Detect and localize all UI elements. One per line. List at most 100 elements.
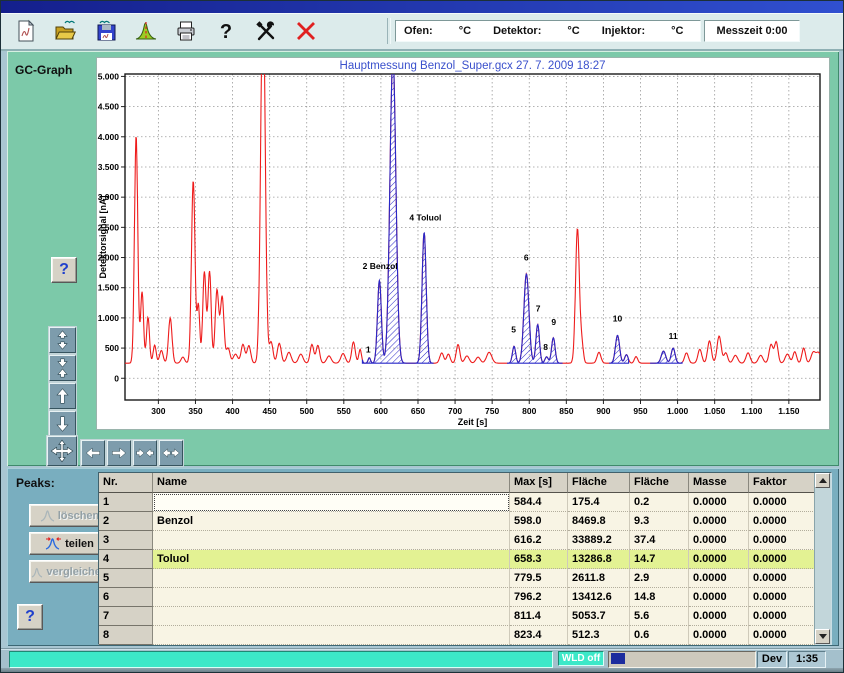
zoom-compress-horizontal-button[interactable] — [133, 440, 157, 466]
row-number-cell[interactable]: 7 — [99, 607, 153, 626]
table-row[interactable]: 7811.45053.75.60.00000.0000 — [99, 607, 831, 626]
table-cell[interactable]: 811.4 — [510, 607, 568, 626]
table-cell[interactable]: 13412.6 — [568, 588, 630, 607]
row-number-cell[interactable]: 8 — [99, 626, 153, 645]
table-cell[interactable]: 0.0000 — [749, 531, 815, 550]
table-cell[interactable] — [153, 607, 510, 626]
save-file-button[interactable] — [91, 17, 121, 45]
table-cell[interactable] — [153, 531, 510, 550]
table-cell[interactable]: 512.3 — [568, 626, 630, 645]
wld-toggle[interactable]: WLD off — [558, 651, 604, 666]
row-number-cell[interactable]: 2 — [99, 512, 153, 531]
table-cell[interactable]: 14.7 — [630, 550, 689, 569]
print-button[interactable] — [171, 17, 201, 45]
column-header[interactable]: Name — [153, 473, 510, 493]
table-scrollbar[interactable] — [814, 473, 831, 644]
column-header[interactable]: Fläche — [568, 473, 630, 493]
table-cell[interactable]: 8469.8 — [568, 512, 630, 531]
peak-label: 4 Toluol — [409, 213, 441, 223]
column-header[interactable]: Max [s] — [510, 473, 568, 493]
table-cell[interactable]: 0.0000 — [689, 512, 749, 531]
pan-free-button[interactable] — [47, 436, 77, 466]
table-cell[interactable]: 658.3 — [510, 550, 568, 569]
table-cell[interactable] — [153, 588, 510, 607]
table-cell[interactable]: 0.0000 — [689, 531, 749, 550]
table-cell[interactable]: 37.4 — [630, 531, 689, 550]
row-number-cell[interactable]: 1 — [99, 493, 153, 512]
table-cell[interactable]: 0.0000 — [749, 588, 815, 607]
table-cell[interactable]: 779.5 — [510, 569, 568, 588]
table-cell[interactable]: 14.8 — [630, 588, 689, 607]
table-cell[interactable]: 598.0 — [510, 512, 568, 531]
table-cell[interactable]: 0.0000 — [749, 569, 815, 588]
column-header[interactable]: Fläche [%] — [630, 473, 689, 493]
table-cell[interactable]: 0.0000 — [689, 588, 749, 607]
table-row[interactable]: 6796.213412.614.80.00000.0000 — [99, 588, 831, 607]
table-cell[interactable]: 2.9 — [630, 569, 689, 588]
table-cell[interactable]: 0.0000 — [689, 493, 749, 512]
row-number-cell[interactable]: 5 — [99, 569, 153, 588]
table-cell[interactable]: 0.0000 — [689, 607, 749, 626]
table-cell[interactable] — [153, 493, 510, 512]
new-document-button[interactable] — [11, 17, 41, 45]
table-cell[interactable]: 0.0000 — [749, 550, 815, 569]
close-button[interactable] — [291, 17, 321, 45]
table-cell[interactable]: 2611.8 — [568, 569, 630, 588]
table-cell[interactable]: 796.2 — [510, 588, 568, 607]
table-row[interactable]: 4Toluol658.313286.814.70.00000.0000 — [99, 550, 831, 569]
table-cell[interactable]: 0.0000 — [749, 512, 815, 531]
table-cell[interactable]: 0.0000 — [749, 493, 815, 512]
table-cell[interactable]: 0.0000 — [689, 550, 749, 569]
chart-area[interactable]: 3003504004505005506006507007508008509009… — [96, 57, 830, 430]
table-cell[interactable] — [153, 626, 510, 645]
row-number-cell[interactable]: 4 — [99, 550, 153, 569]
table-cell[interactable]: 175.4 — [568, 493, 630, 512]
pan-left-button[interactable] — [81, 440, 105, 466]
zoom-compress-vertical-button[interactable] — [49, 355, 76, 381]
table-row[interactable]: 1584.4175.40.20.00000.0000 — [99, 493, 831, 512]
table-cell[interactable]: 0.0000 — [749, 626, 815, 645]
table-row[interactable]: 5779.52611.82.90.00000.0000 — [99, 569, 831, 588]
table-row[interactable]: 3616.233889.237.40.00000.0000 — [99, 531, 831, 550]
table-cell[interactable]: 13286.8 — [568, 550, 630, 569]
open-file-button[interactable] — [51, 17, 81, 45]
table-cell[interactable]: 823.4 — [510, 626, 568, 645]
table-cell[interactable]: 5.6 — [630, 607, 689, 626]
table-cell[interactable]: 0.0000 — [689, 569, 749, 588]
peak-analysis-button[interactable] — [131, 17, 161, 45]
table-cell[interactable]: 0.0000 — [749, 607, 815, 626]
table-cell[interactable]: 0.6 — [630, 626, 689, 645]
svg-text:700: 700 — [448, 406, 462, 416]
table-cell[interactable]: 0.0000 — [689, 626, 749, 645]
zoom-expand-horizontal-button[interactable] — [159, 440, 183, 466]
pan-down-button[interactable] — [49, 411, 76, 437]
table-row[interactable]: 8823.4512.30.60.00000.0000 — [99, 626, 831, 645]
table-cell[interactable]: Toluol — [153, 550, 510, 569]
help-button[interactable]: ? — [211, 17, 241, 45]
pan-right-button[interactable] — [107, 440, 131, 466]
chart-help-button[interactable]: ? — [51, 257, 77, 283]
scroll-up-button[interactable] — [815, 473, 830, 488]
table-cell[interactable]: 584.4 — [510, 493, 568, 512]
window-titlebar[interactable] — [1, 1, 844, 13]
column-header[interactable]: Faktor — [749, 473, 815, 493]
pan-up-button[interactable] — [49, 383, 76, 409]
window-bottom-edge — [1, 668, 844, 673]
table-cell[interactable]: 5053.7 — [568, 607, 630, 626]
row-number-cell[interactable]: 3 — [99, 531, 153, 550]
table-cell[interactable] — [153, 569, 510, 588]
table-cell[interactable]: Benzol — [153, 512, 510, 531]
table-cell[interactable]: 0.2 — [630, 493, 689, 512]
tools-button[interactable] — [251, 17, 281, 45]
table-cell[interactable]: 9.3 — [630, 512, 689, 531]
table-row[interactable]: 2Benzol598.08469.89.30.00000.0000 — [99, 512, 831, 531]
scroll-down-button[interactable] — [815, 629, 830, 644]
column-header[interactable]: Masse [ng] — [689, 473, 749, 493]
zoom-expand-vertical-button[interactable] — [49, 327, 76, 353]
peaks-help-button[interactable]: ? — [17, 604, 43, 630]
table-cell[interactable]: 616.2 — [510, 531, 568, 550]
svg-text:3.500: 3.500 — [98, 162, 120, 172]
column-header[interactable]: Nr. — [99, 473, 153, 493]
table-cell[interactable]: 33889.2 — [568, 531, 630, 550]
row-number-cell[interactable]: 6 — [99, 588, 153, 607]
